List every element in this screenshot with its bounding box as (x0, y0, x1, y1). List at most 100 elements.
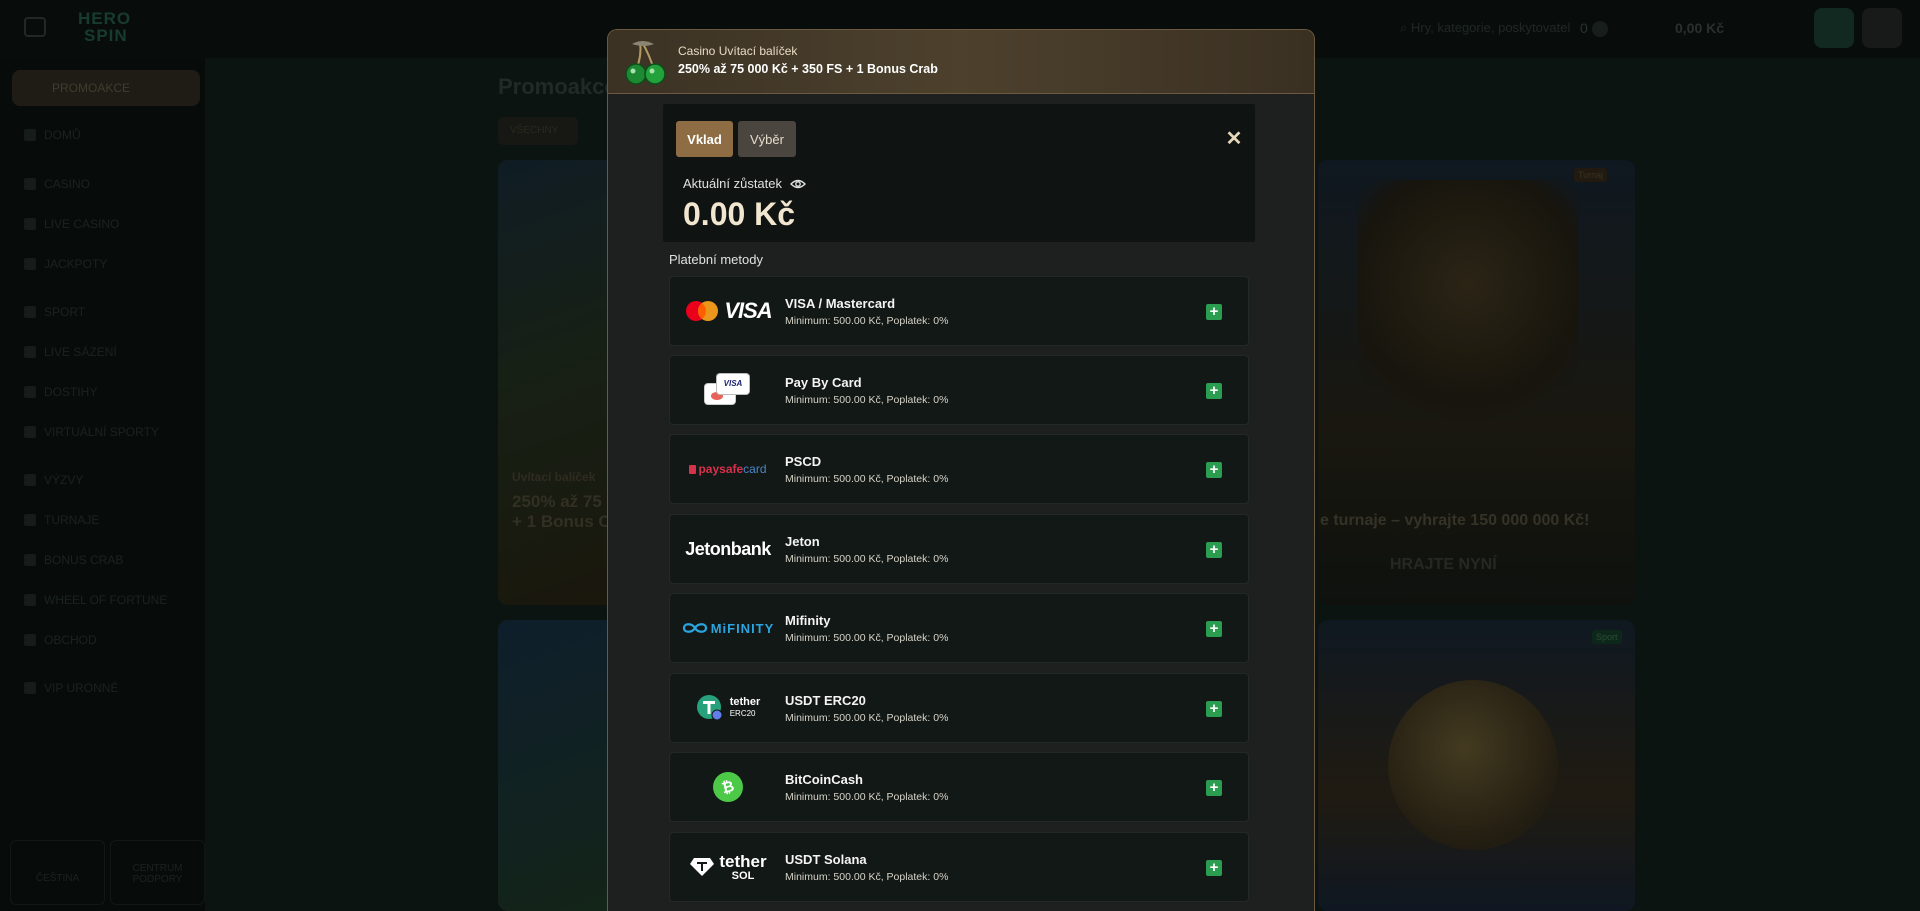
method-info: Minimum: 500.00 Kč, Poplatek: 0% (785, 315, 949, 327)
sidebar-item-jackpoty[interactable]: JACKPOTY (24, 257, 107, 271)
sidebar-item-casino[interactable]: CASINO (24, 177, 90, 191)
profile-button[interactable] (1862, 8, 1902, 48)
promo-subtitle: Casino Uvítací balíček (678, 44, 798, 58)
language-selector[interactable]: ČEŠTINA (10, 840, 105, 905)
add-icon[interactable]: + (1206, 462, 1222, 478)
payment-method-mifinity[interactable]: MiFINITY Mifinity Minimum: 500.00 Kč, Po… (669, 593, 1249, 663)
add-icon[interactable]: + (1206, 542, 1222, 558)
jetonbank-wordmark: Jetonbank (685, 538, 771, 559)
balance-panel: Vklad Výběr ✕ Aktuální zůstatek 0.00 Kč (663, 104, 1255, 242)
promo-card-tournament[interactable]: Turnaj e turnaje – vyhrajte 150 000 000 … (1318, 160, 1635, 605)
sidebar-item-label: DOSTIHY (44, 385, 98, 399)
method-info: Minimum: 500.00 Kč, Poplatek: 0% (785, 791, 949, 803)
tournament-badge: Turnaj (1574, 168, 1608, 182)
logo-line2: SPIN (84, 26, 128, 45)
card-front: VISA (717, 374, 749, 394)
jetonbank-logo: Jetonbank (680, 515, 776, 583)
payment-method-pscd[interactable]: paysafecard PSCD Minimum: 500.00 Kč, Pop… (669, 434, 1249, 504)
support-center-button[interactable]: CENTRUM PODPORY (110, 840, 205, 905)
payment-method-pay-by-card[interactable]: VISA Pay By Card Minimum: 500.00 Kč, Pop… (669, 355, 1249, 425)
promo-card-3[interactable] (498, 620, 618, 911)
balance-label-row: Aktuální zůstatek (683, 176, 806, 191)
card-stack-icon: VISA (705, 374, 751, 406)
sidebar-item-domu[interactable]: DOMŮ (24, 128, 81, 142)
cashier-modal: Casino Uvítací balíček 250% až 75 000 Kč… (607, 29, 1315, 911)
sidebar-item-label: OBCHOD (44, 633, 97, 647)
filter-all[interactable]: VŠECHNY (498, 117, 578, 145)
sidebar-item-virtualni-sporty[interactable]: VIRTUÁLNÍ SPORTY (24, 425, 159, 439)
tether-text: tether (729, 696, 761, 708)
payment-method-jeton[interactable]: Jetonbank Jeton Minimum: 500.00 Kč, Popl… (669, 514, 1249, 584)
sidebar-item-label: TURNAJE (44, 513, 100, 527)
support-label-2: PODPORY (132, 874, 183, 885)
payment-method-visa-mastercard[interactable]: VISA VISA / Mastercard Minimum: 500.00 K… (669, 276, 1249, 346)
sidebar-item-bonus-crab[interactable]: BONUS CRAB (24, 553, 123, 567)
card-title-1: 250% až 75 (512, 492, 602, 511)
payment-method-usdt-erc20[interactable]: tether ERC20 USDT ERC20 Minimum: 500.00 … (669, 673, 1249, 743)
support-label-1: CENTRUM (132, 863, 183, 874)
sidebar-toggle-icon[interactable] (24, 17, 46, 37)
search-icon: ⌕ (1400, 20, 1411, 35)
horse-icon (24, 386, 36, 398)
promo-title: 250% až 75 000 Kč + 350 FS + 1 Bonus Cra… (678, 62, 938, 76)
method-name: USDT Solana (785, 852, 867, 867)
add-icon[interactable]: + (1206, 621, 1222, 637)
search-placeholder: Hry, kategorie, poskytovatel (1410, 20, 1571, 35)
add-icon[interactable]: + (1206, 383, 1222, 399)
notification-count[interactable]: 0 (1580, 20, 1608, 38)
payment-method-bitcoincash[interactable]: ₿ BitCoinCash Minimum: 500.00 Kč, Poplat… (669, 752, 1249, 822)
search-input[interactable]: ⌕ Hry, kategorie, poskytovatel (1400, 20, 1570, 36)
site-logo[interactable]: HERO SPIN (78, 10, 131, 44)
tether-erc20-logo: tether ERC20 (680, 674, 776, 742)
sidebar-item-wheel-of-fortune[interactable]: WHEEL OF FORTUNE (24, 593, 167, 607)
tab-deposit[interactable]: Vklad (676, 121, 733, 157)
sidebar-item-live-casino[interactable]: LIVE CASINO (24, 217, 119, 231)
live-bet-icon (24, 346, 36, 358)
add-icon[interactable]: + (1206, 701, 1222, 717)
sidebar-item-sport[interactable]: SPORT (24, 305, 85, 319)
method-info: Minimum: 500.00 Kč, Poplatek: 0% (785, 473, 949, 485)
sidebar-item-vyzvy[interactable]: VÝZVY (24, 473, 83, 487)
bitcoincash-icon: ₿ (713, 772, 743, 802)
tether-sol-logo: tether SOL (680, 833, 776, 901)
sol-text: SOL (731, 869, 755, 882)
mifinity-wordmark: MiFINITY (710, 620, 775, 636)
promo-card-sport[interactable]: Sport (1318, 620, 1635, 911)
sidebar-item-label: CASINO (44, 177, 91, 191)
sidebar-item-live-sazeni[interactable]: LIVE SÁZENÍ (24, 345, 117, 359)
sidebar-item-obchod[interactable]: OBCHOD (24, 633, 97, 647)
tab-withdraw[interactable]: Výběr (738, 121, 796, 157)
sidebar-item-dostihy[interactable]: DOSTIHY (24, 385, 97, 399)
jackpot-icon (24, 258, 36, 270)
welcome-promo-banner[interactable]: Casino Uvítací balíček 250% až 75 000 Kč… (608, 30, 1314, 94)
wallet-button[interactable] (1814, 8, 1854, 48)
mifinity-logo: MiFINITY (680, 594, 776, 662)
header-balance[interactable]: 0,00 Kč (1675, 20, 1724, 36)
sidebar-item-vip[interactable]: VIP URONNÉ (24, 681, 118, 695)
paysafecard-logo: paysafecard (680, 435, 776, 503)
add-icon[interactable]: + (1206, 860, 1222, 876)
language-label: ČEŠTINA (35, 873, 80, 884)
visa-mastercard-logo: VISA (680, 277, 776, 345)
sidebar-item-label: SPORT (44, 305, 86, 319)
payment-method-usdt-solana[interactable]: tether SOL USDT Solana Minimum: 500.00 K… (669, 832, 1249, 902)
sidebar-item-label: VIP URONNÉ (44, 681, 119, 695)
challenge-icon (24, 474, 36, 486)
add-icon[interactable]: + (1206, 304, 1222, 320)
lock-icon (689, 464, 697, 474)
card-sub: Uvítací balíček (512, 470, 596, 484)
casino-icon (24, 178, 36, 190)
promo-card-welcome[interactable]: Uvítací balíček 250% až 75 + 1 Bonus C (498, 160, 618, 605)
play-now-button[interactable]: HRAJTE NYNÍ (1390, 556, 1497, 574)
eye-icon[interactable] (790, 178, 806, 190)
add-icon[interactable]: + (1206, 780, 1222, 796)
sidebar-item-label: LIVE CASINO (44, 217, 120, 231)
sidebar-item-promoakce[interactable]: PROMOAKCE (12, 70, 200, 106)
sidebar-item-turnaje[interactable]: TURNAJE (24, 513, 99, 527)
method-info: Minimum: 500.00 Kč, Poplatek: 0% (785, 871, 949, 883)
card-text: e turnaje – vyhrajte 150 000 000 Kč! (1320, 512, 1590, 529)
filter-label: VŠECHNY (510, 125, 559, 136)
sidebar-item-label: DOMŮ (44, 128, 81, 142)
sidebar-item-label: JACKPOTY (44, 257, 108, 271)
close-icon[interactable]: ✕ (1222, 127, 1246, 151)
